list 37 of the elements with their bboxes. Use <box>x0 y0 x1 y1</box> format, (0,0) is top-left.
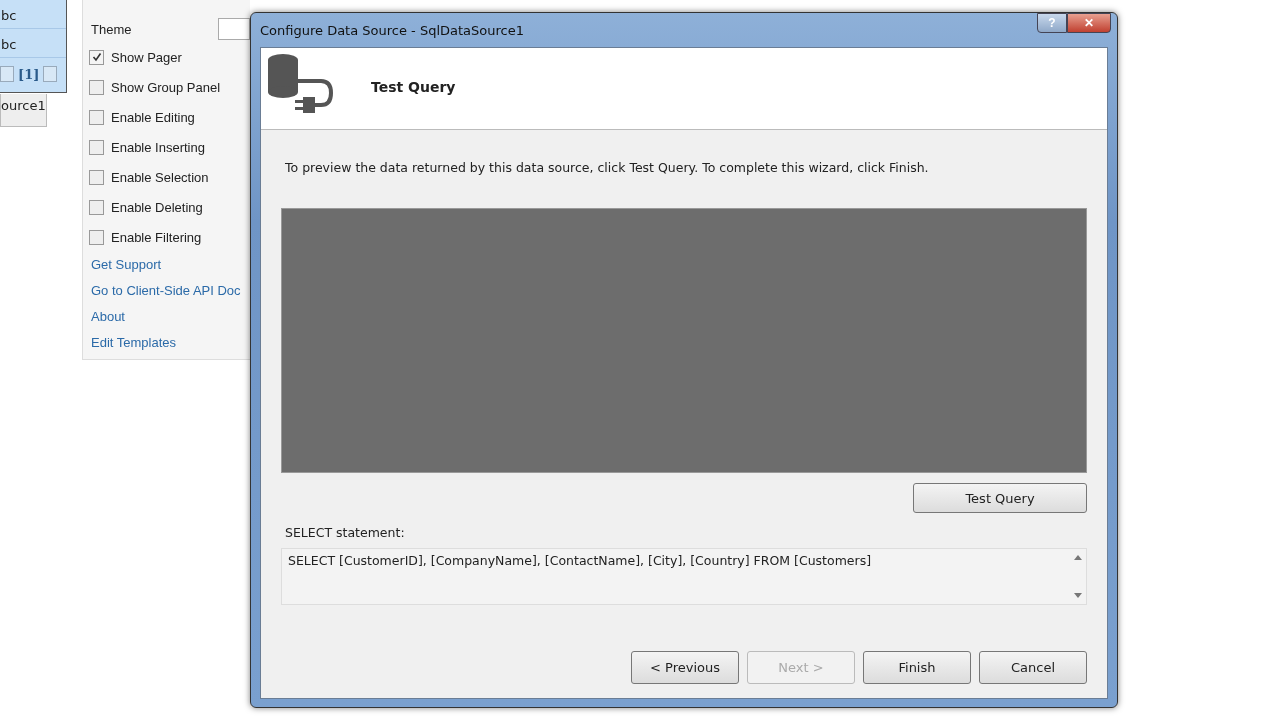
theme-field[interactable] <box>218 18 250 40</box>
option-label: Enable Filtering <box>111 229 202 245</box>
check-icon <box>91 52 102 62</box>
checkbox[interactable] <box>89 109 104 125</box>
table-cell: bc <box>0 4 66 29</box>
scroll-up-icon[interactable] <box>1074 555 1082 560</box>
page-number[interactable]: [1] <box>18 66 40 82</box>
option-label: Enable Editing <box>111 109 195 125</box>
checkbox[interactable] <box>89 49 104 65</box>
description-text: To preview the data returned by this data source, click Test Query. To complete this wizard, click Finish. <box>285 160 930 175</box>
scroll-down-icon[interactable] <box>1074 593 1082 598</box>
option-label: Show Pager <box>111 49 182 65</box>
checkbox[interactable] <box>89 79 104 95</box>
checkbox[interactable] <box>89 199 104 215</box>
option-label: Enable Deleting <box>111 199 203 215</box>
test-query-button[interactable]: Test Query <box>913 483 1087 513</box>
table-cell: bc <box>0 33 66 58</box>
select-statement-label: SELECT statement: <box>285 525 406 540</box>
wizard-button[interactable]: Finish <box>863 651 971 684</box>
close-button[interactable]: ✕ <box>1067 13 1111 33</box>
theme-label: Theme <box>91 21 132 37</box>
page-title: Test Query <box>371 78 456 95</box>
wizard-button[interactable]: < Previous <box>631 651 739 684</box>
panel-link[interactable]: Edit Templates <box>83 330 250 356</box>
checkbox[interactable] <box>89 169 104 185</box>
checkbox[interactable] <box>89 229 104 245</box>
datasource-label: ource1 <box>0 94 47 127</box>
select-statement-field[interactable]: SELECT [CustomerID], [CompanyName], [ContactName], [City], [Country] FROM [Customers] <box>281 548 1087 605</box>
option-label: Enable Inserting <box>111 139 205 155</box>
panel-link[interactable]: Get Support <box>83 252 250 278</box>
option-label: Enable Selection <box>111 169 209 185</box>
checkbox[interactable] <box>89 139 104 155</box>
panel-link[interactable]: Go to Client-Side API Doc <box>83 278 250 304</box>
option-label: Show Group Panel <box>111 79 221 95</box>
wizard-button[interactable]: Cancel <box>979 651 1087 684</box>
window-title: Configure Data Source - SqlDataSource1 <box>260 22 524 38</box>
panel-link[interactable]: About <box>83 304 250 330</box>
